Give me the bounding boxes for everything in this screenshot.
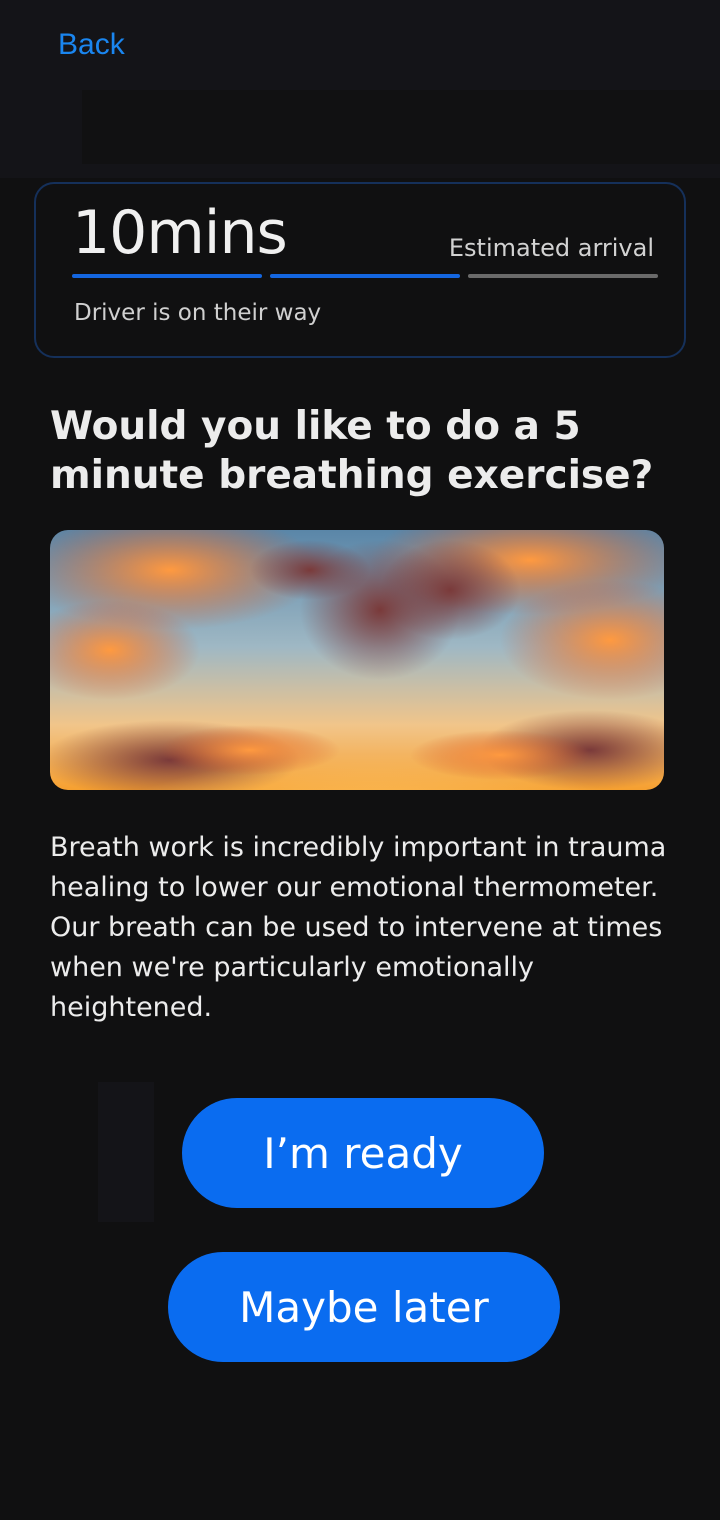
eta-status: Driver is on their way bbox=[74, 300, 322, 326]
eta-time: 10mins bbox=[72, 198, 288, 268]
description-text: Breath work is incredibly important in t… bbox=[50, 832, 667, 1023]
eta-progress-bar bbox=[72, 274, 658, 278]
maybe-later-button[interactable]: Maybe later bbox=[168, 1252, 560, 1362]
back-button[interactable]: Back bbox=[58, 28, 125, 62]
ready-button[interactable]: I’m ready bbox=[182, 1098, 544, 1208]
placeholder-block bbox=[98, 1082, 154, 1222]
sunset-image bbox=[50, 530, 664, 790]
question-heading: Would you like to do a 5 minute breathin… bbox=[50, 404, 654, 498]
eta-label: Estimated arrival bbox=[448, 234, 654, 262]
header-panel bbox=[82, 90, 720, 164]
progress-segment-3 bbox=[468, 274, 658, 278]
progress-segment-2 bbox=[270, 274, 460, 278]
top-bar: Back bbox=[0, 0, 720, 178]
screen: Back 10mins Estimated arrival Driver is … bbox=[0, 0, 720, 1520]
eta-card: 10mins Estimated arrival Driver is on th… bbox=[34, 182, 686, 358]
progress-segment-1 bbox=[72, 274, 262, 278]
